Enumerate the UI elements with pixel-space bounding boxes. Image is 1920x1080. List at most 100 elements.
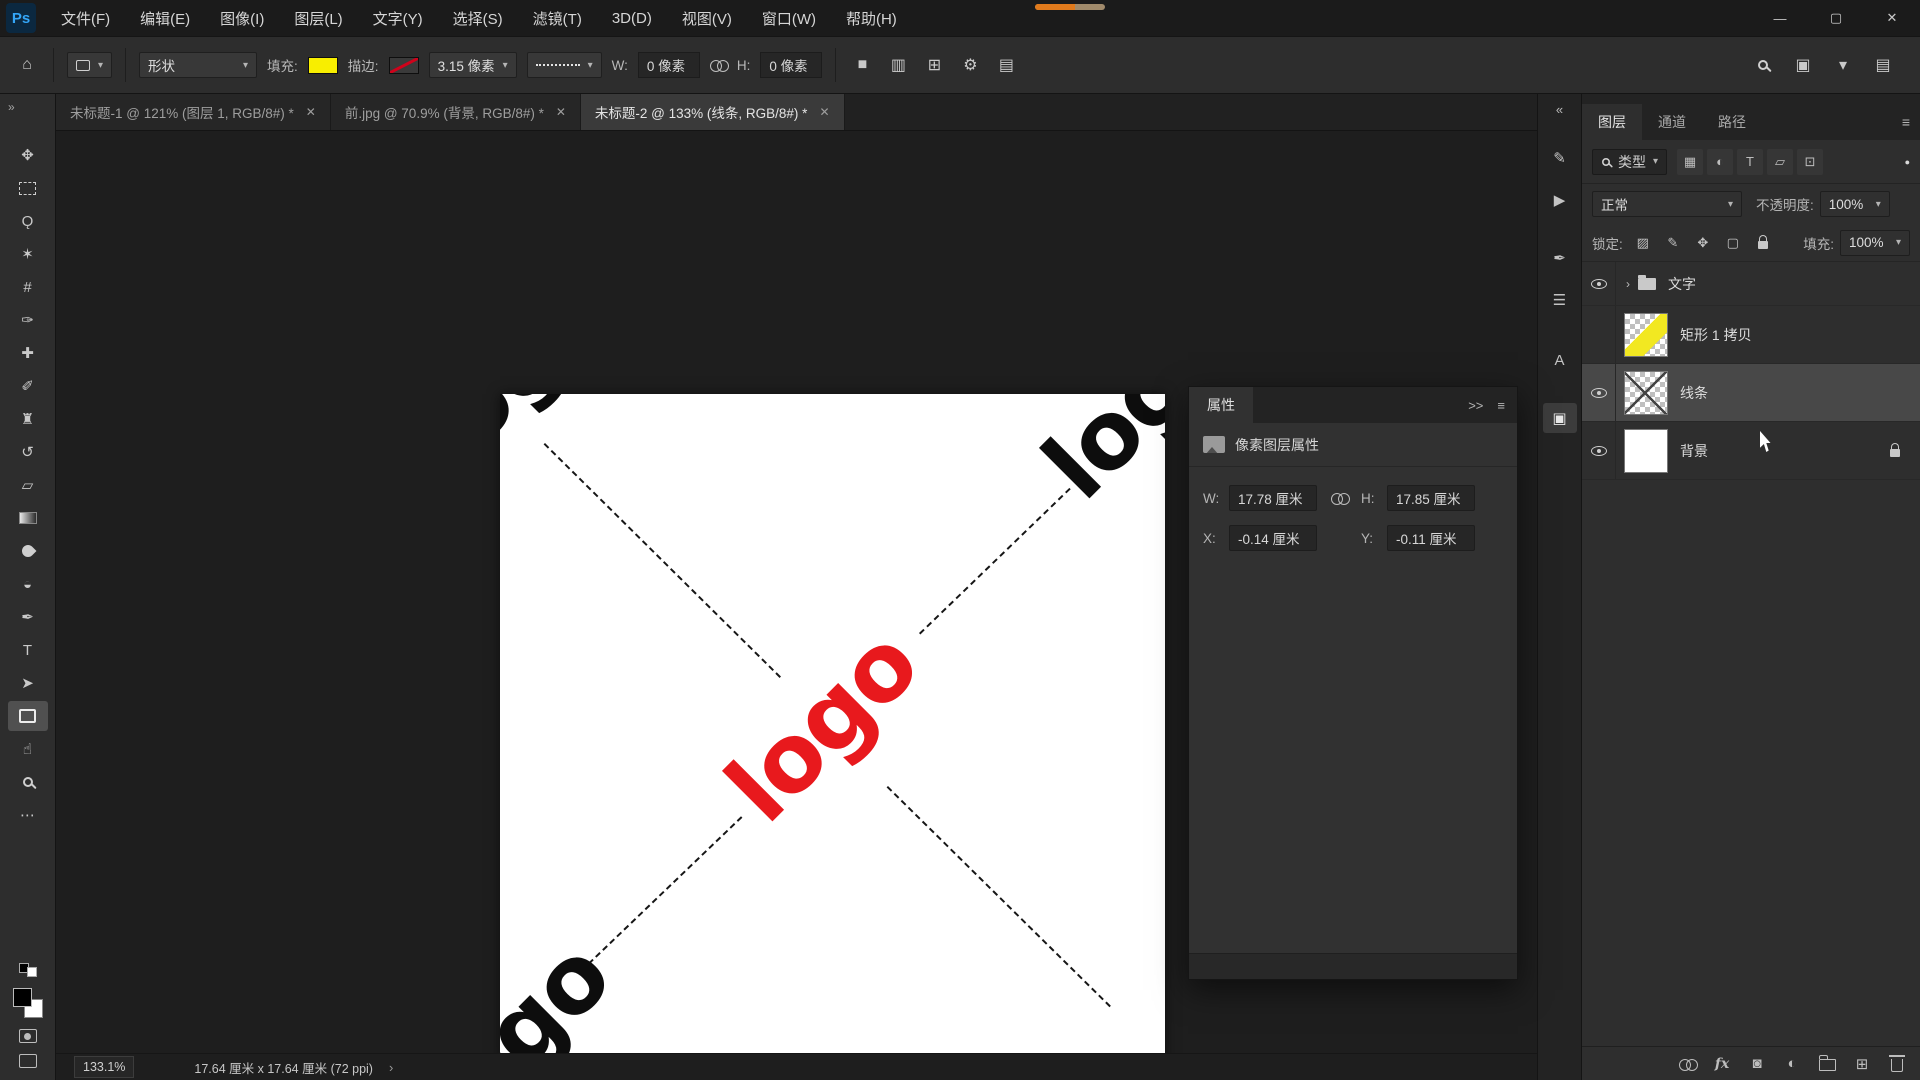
stroke-width-select[interactable]: 3.15 像素 ▾	[428, 52, 517, 78]
layer-thumbnail[interactable]	[1624, 428, 1668, 473]
menu-type[interactable]: 文字(Y)	[358, 0, 438, 36]
properties-panel-icon[interactable]: ▣	[1542, 403, 1577, 433]
marquee-tool[interactable]	[8, 173, 48, 203]
layer-visibility-toggle[interactable]	[1582, 422, 1616, 479]
prop-h-field[interactable]: 17.85 厘米	[1387, 485, 1475, 511]
close-button[interactable]: ✕	[1864, 0, 1920, 36]
filter-smart-objects-icon[interactable]: ⊡	[1797, 148, 1824, 175]
stroke-color-swatch[interactable]	[388, 56, 419, 74]
document-canvas[interactable]: logo logo logo logo logo	[500, 394, 1165, 1061]
adjustment-layer-icon[interactable]: ◐	[1779, 1052, 1805, 1076]
gradient-tool[interactable]	[8, 503, 48, 533]
quick-mask-button[interactable]	[18, 1029, 37, 1043]
opacity-select[interactable]: 100% ▾	[1819, 191, 1890, 217]
filter-pixel-layers-icon[interactable]: ▦	[1677, 148, 1704, 175]
blend-mode-select[interactable]: 正常 ▾	[1592, 191, 1742, 217]
lock-artboard-icon[interactable]: ▢	[1721, 232, 1745, 254]
filter-adjustment-layers-icon[interactable]: ◐	[1707, 148, 1734, 175]
quick-selection-tool[interactable]: ✶	[8, 239, 48, 269]
dodge-tool[interactable]: ◒	[8, 569, 48, 599]
fill-color-swatch[interactable]	[307, 56, 338, 74]
menu-edit[interactable]: 编辑(E)	[125, 0, 205, 36]
default-colors-icon[interactable]	[18, 963, 37, 977]
layer-name[interactable]: 背景	[1680, 441, 1708, 461]
move-tool[interactable]: ✥	[8, 140, 48, 170]
restore-button[interactable]: ▢	[1808, 0, 1864, 36]
shape-width-field[interactable]: 0 像素	[637, 52, 700, 78]
home-icon[interactable]: ⌂	[14, 52, 40, 78]
tab-layers[interactable]: 图层	[1582, 104, 1642, 140]
document-tab[interactable]: 未标题-2 @ 133% (线条, RGB/8#) * ✕	[580, 94, 845, 130]
path-selection-tool[interactable]: ➤	[8, 668, 48, 698]
workspace-icon[interactable]: ▣	[1790, 52, 1816, 78]
layer-thumbnail[interactable]	[1624, 312, 1668, 357]
prop-x-field[interactable]: -0.14 厘米	[1229, 525, 1317, 551]
prop-y-field[interactable]: -0.11 厘米	[1387, 525, 1475, 551]
zoom-level-field[interactable]: 133.1%	[74, 1056, 135, 1078]
rectangle-tool[interactable]	[7, 701, 48, 731]
filter-shape-layers-icon[interactable]: ▱	[1767, 148, 1794, 175]
lock-pixels-icon[interactable]: ✎	[1661, 232, 1685, 254]
brush-tool[interactable]: ✐	[8, 371, 48, 401]
lock-transparency-icon[interactable]: ▨	[1631, 232, 1655, 254]
layer-name[interactable]: 文字	[1668, 274, 1696, 294]
hand-tool[interactable]: ☝	[8, 734, 48, 764]
menu-select[interactable]: 选择(S)	[438, 0, 518, 36]
layout-icon[interactable]: ▤	[1870, 52, 1896, 78]
menu-filter[interactable]: 滤镜(T)	[518, 0, 597, 36]
new-group-icon[interactable]	[1814, 1052, 1840, 1076]
stroke-style-select[interactable]: ▾	[526, 52, 602, 78]
crop-tool[interactable]: #	[8, 272, 48, 302]
layer-styles-icon[interactable]: fx	[1709, 1052, 1735, 1076]
group-expander-icon[interactable]: ›	[1620, 277, 1636, 291]
screen-mode-button[interactable]	[18, 1054, 37, 1068]
layer-visibility-toggle[interactable]	[1582, 364, 1616, 421]
blur-tool[interactable]	[8, 536, 48, 566]
brush-settings-panel-icon[interactable]: ✎	[1543, 143, 1577, 173]
edit-toolbar-icon[interactable]: ⋯	[8, 800, 48, 830]
adjustments-panel-icon[interactable]: ☰	[1543, 285, 1577, 315]
layer-thumbnail[interactable]	[1624, 370, 1668, 415]
search-icon[interactable]	[1750, 52, 1776, 78]
tab-close-icon[interactable]: ✕	[306, 105, 316, 119]
lock-position-icon[interactable]: ✥	[1691, 232, 1715, 254]
constraint-options-icon[interactable]: ▤	[993, 52, 1019, 78]
path-operations-icon[interactable]: ■	[849, 52, 875, 78]
link-dimensions-icon[interactable]	[709, 60, 729, 72]
tab-paths[interactable]: 路径	[1702, 104, 1762, 140]
new-layer-icon[interactable]: ⊞	[1849, 1052, 1875, 1076]
properties-tab[interactable]: 属性	[1189, 387, 1253, 423]
status-options-chevron-icon[interactable]: ›	[389, 1060, 393, 1075]
collapse-panel-icon[interactable]: >>	[1468, 398, 1483, 413]
document-tab[interactable]: 前.jpg @ 70.9% (背景, RGB/8#) * ✕	[330, 94, 581, 130]
menu-window[interactable]: 窗口(W)	[747, 0, 831, 36]
panel-menu-icon[interactable]: ≡	[1497, 398, 1505, 413]
lock-all-icon[interactable]	[1751, 232, 1775, 254]
expand-panels-icon[interactable]: «	[1556, 102, 1563, 117]
add-mask-icon[interactable]: ◙	[1744, 1052, 1770, 1076]
layer-visibility-toggle[interactable]	[1582, 306, 1616, 363]
actions-panel-icon[interactable]: ▶	[1543, 185, 1577, 215]
layer-filter-type-select[interactable]: 类型 ▾	[1592, 148, 1668, 175]
spot-healing-tool[interactable]: ✚	[8, 338, 48, 368]
menu-layer[interactable]: 图层(L)	[279, 0, 357, 36]
character-panel-icon[interactable]: A	[1543, 345, 1577, 375]
menu-3d[interactable]: 3D(D)	[597, 0, 667, 36]
layer-row[interactable]: › 矩形 1 拷贝	[1582, 306, 1920, 364]
lasso-tool[interactable]: Ǫ	[8, 206, 48, 236]
eyedropper-tool[interactable]: ✑	[8, 305, 48, 335]
expand-toolbar-icon[interactable]: »	[0, 100, 15, 114]
layer-visibility-toggle[interactable]	[1582, 262, 1616, 305]
document-tab[interactable]: 未标题-1 @ 121% (图层 1, RGB/8#) * ✕	[56, 94, 331, 130]
tab-close-icon[interactable]: ✕	[556, 105, 566, 119]
eraser-tool[interactable]: ▱	[8, 470, 48, 500]
delete-layer-icon[interactable]	[1884, 1052, 1910, 1076]
history-brush-tool[interactable]: ↺	[8, 437, 48, 467]
menu-help[interactable]: 帮助(H)	[831, 0, 912, 36]
workspace-chevron-icon[interactable]: ▾	[1830, 52, 1856, 78]
tab-channels[interactable]: 通道	[1642, 104, 1702, 140]
shape-height-field[interactable]: 0 像素	[760, 52, 823, 78]
path-arrange-icon[interactable]: ⊞	[921, 52, 947, 78]
link-layers-icon[interactable]	[1674, 1052, 1700, 1076]
link-wh-icon[interactable]	[1330, 493, 1350, 505]
